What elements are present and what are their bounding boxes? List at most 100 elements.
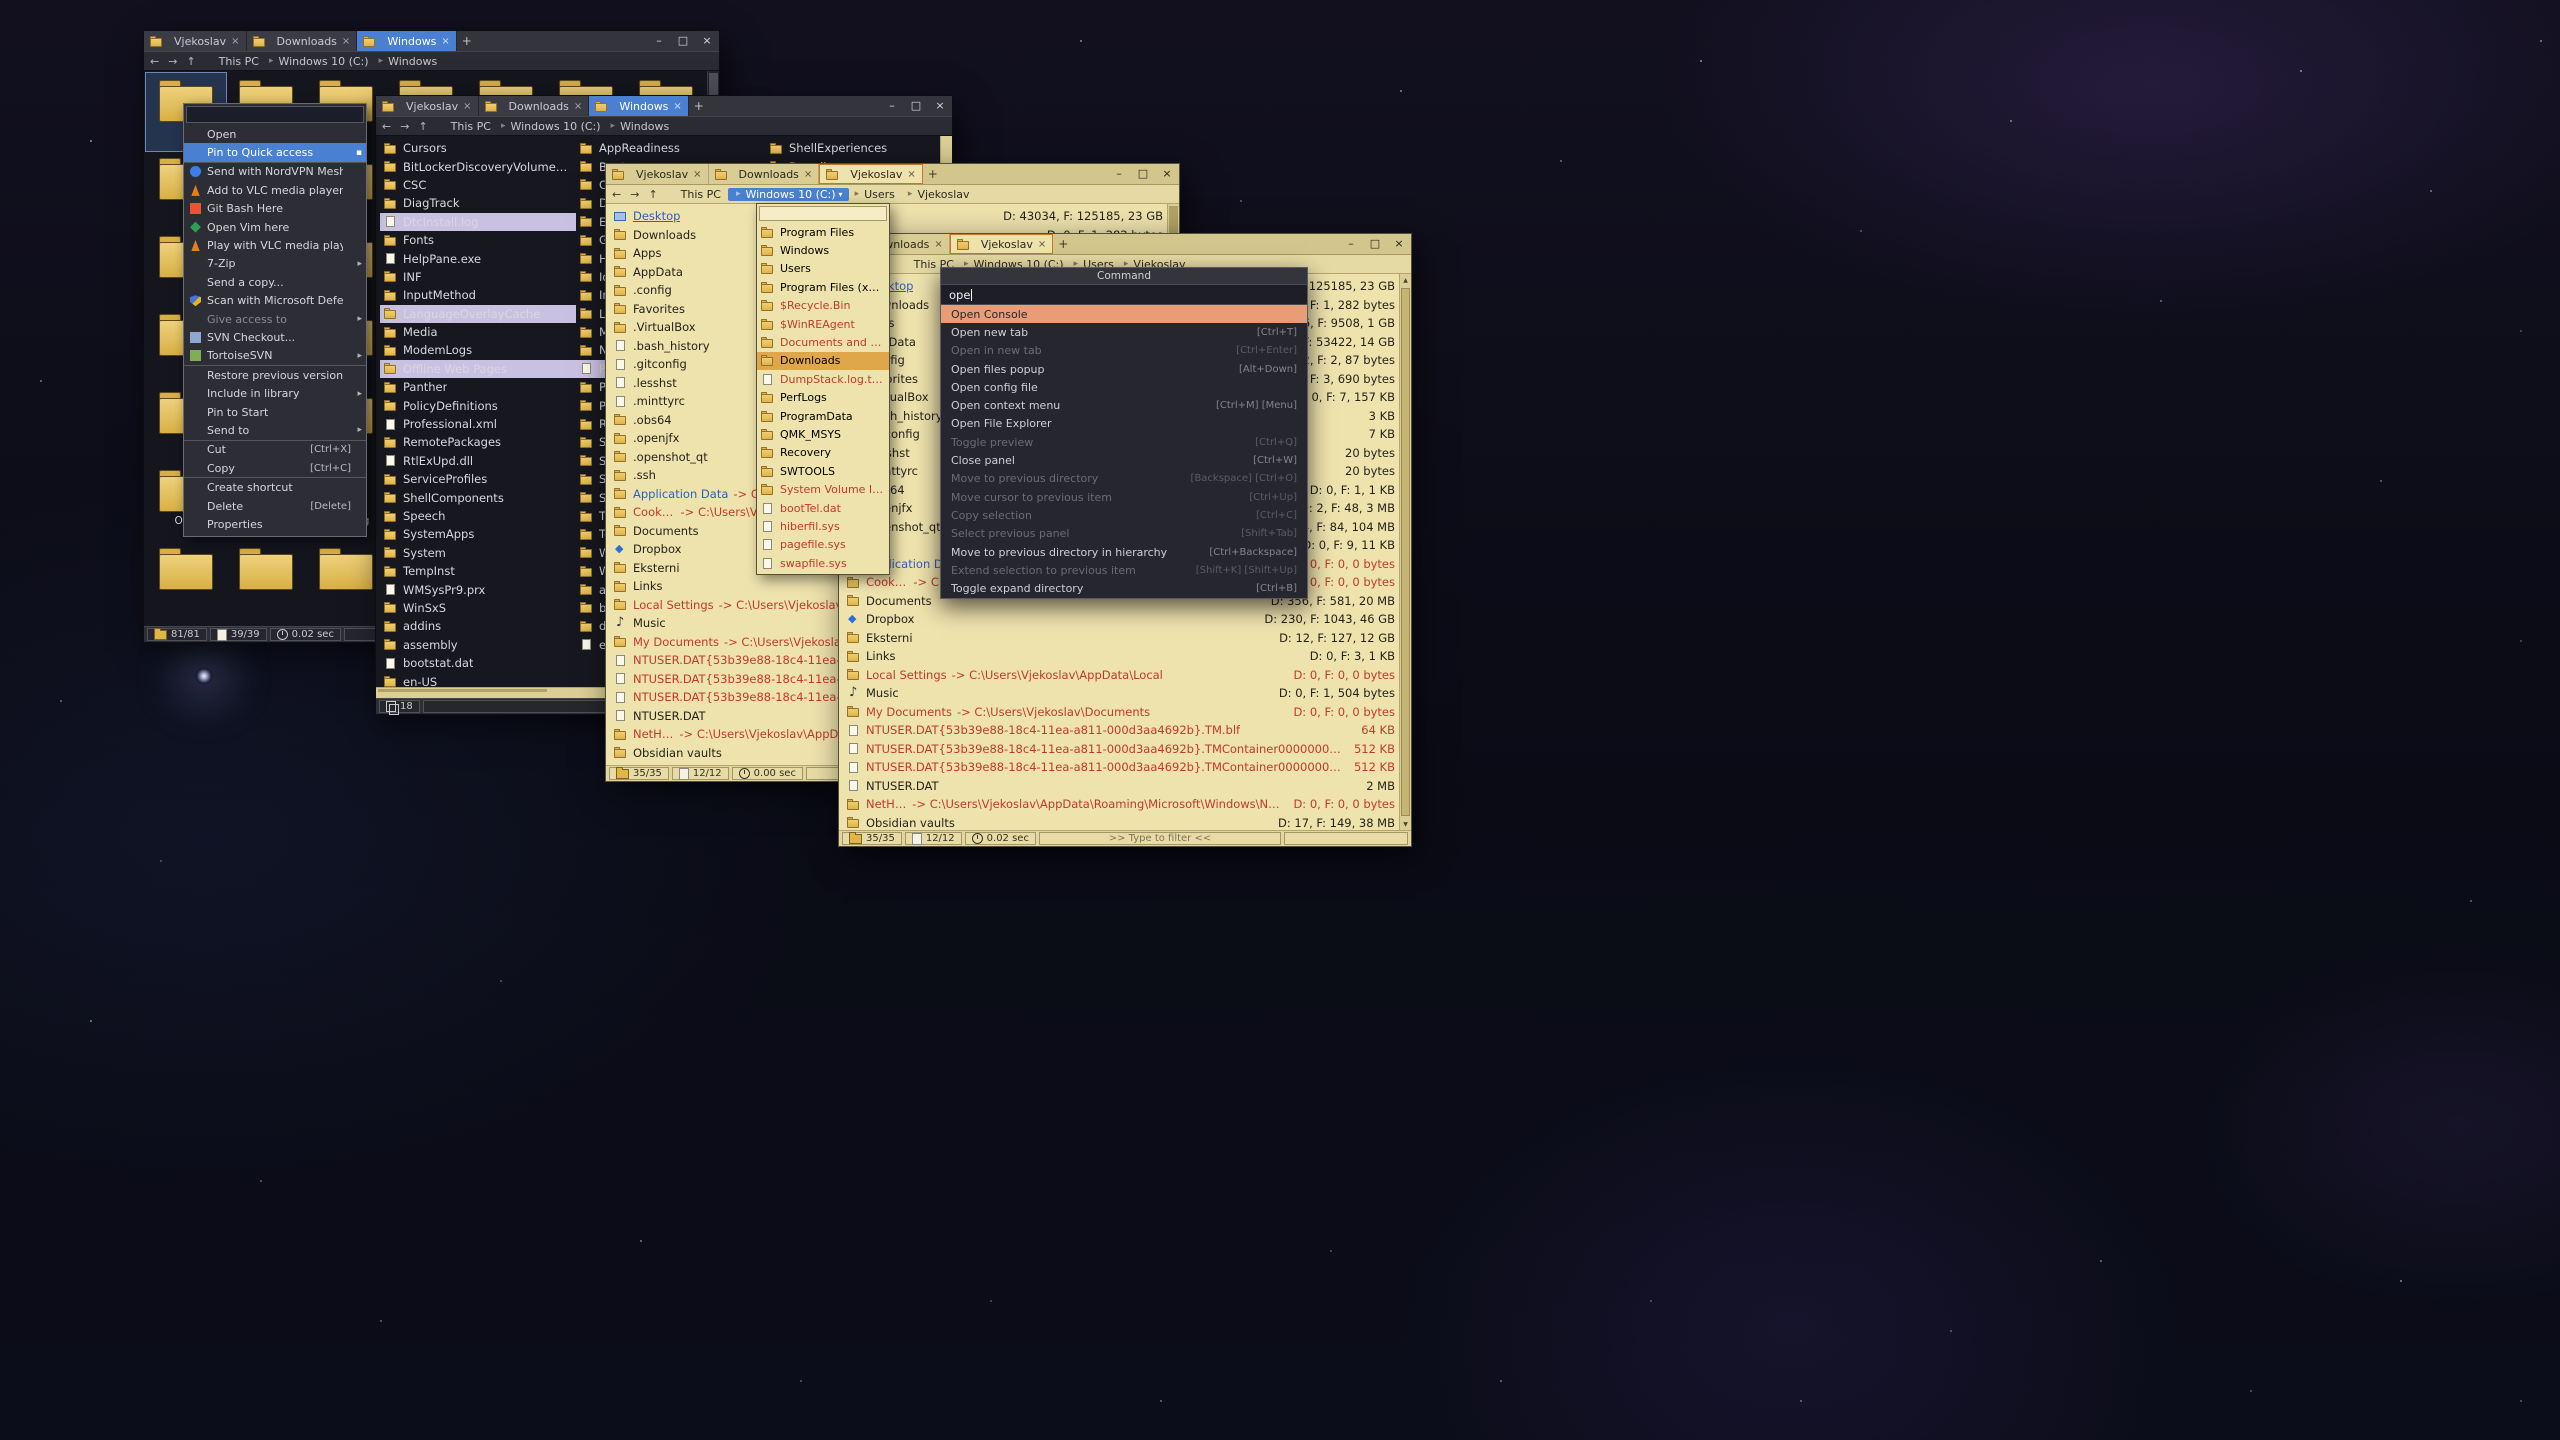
dropdown-item[interactable]: ProgramData — [757, 407, 889, 425]
file-row[interactable]: InputMethod — [380, 286, 576, 304]
file-row[interactable]: DtcInstall.log — [380, 213, 576, 231]
maximize-button[interactable]: □ — [904, 96, 928, 116]
tab[interactable]: Vjekoslav × — [144, 31, 247, 51]
file-row[interactable]: addins — [380, 617, 576, 635]
scrollbar-thumb[interactable] — [1401, 288, 1410, 816]
file-row[interactable]: ServiceProfiles — [380, 470, 576, 488]
file-row[interactable]: System — [380, 544, 576, 562]
dropdown-item[interactable]: Documents and Settings — [757, 333, 889, 351]
file-row[interactable]: Fonts — [380, 231, 576, 249]
palette-search-input[interactable]: ope — [941, 285, 1307, 305]
vertical-scrollbar[interactable]: ▲ ▼ — [1399, 274, 1411, 830]
file-row[interactable]: PolicyDefinitions — [380, 396, 576, 414]
file-row[interactable]: ShellExperiences — [766, 139, 944, 157]
breadcrumb-item[interactable]: This PC — [670, 188, 728, 201]
minimize-button[interactable]: – — [880, 96, 904, 116]
scrollbar-thumb[interactable] — [378, 689, 547, 692]
palette-command-item[interactable]: Select previous panel [Shift+Tab] — [941, 525, 1307, 543]
close-button[interactable]: × — [1387, 234, 1411, 254]
file-row[interactable]: WinSxS — [380, 599, 576, 617]
close-button[interactable]: × — [928, 96, 952, 116]
file-row[interactable]: HelpPane.exe — [380, 249, 576, 267]
dropdown-item[interactable]: QMK_MSYS — [757, 425, 889, 443]
breadcrumb-item[interactable]: ▸ Users — [849, 188, 902, 201]
tab-close-icon[interactable]: × — [907, 169, 915, 180]
palette-command-item[interactable]: Move to previous directory [Backspace] [… — [941, 470, 1307, 488]
dropdown-item[interactable]: SWTOOLS — [757, 462, 889, 480]
menu-item[interactable]: TortoiseSVN ▸ — [184, 347, 366, 365]
dropdown-item[interactable]: pagefile.sys — [757, 536, 889, 554]
palette-command-item[interactable]: Open files popup [Alt+Down] — [941, 360, 1307, 378]
file-row[interactable]: ModemLogs — [380, 341, 576, 359]
minimize-button[interactable]: – — [647, 31, 671, 51]
grid-file-item[interactable] — [306, 541, 386, 619]
close-button[interactable]: × — [1155, 164, 1179, 184]
palette-command-item[interactable]: Open Console — [941, 305, 1307, 323]
new-tab-button[interactable]: + — [1053, 234, 1073, 254]
breadcrumb-item[interactable]: ▸ Windows 10 (C:) — [263, 55, 373, 68]
tab-close-icon[interactable]: × — [463, 101, 471, 112]
palette-command-item[interactable]: Move to previous directory in hierarchy … — [941, 543, 1307, 561]
palette-command-item[interactable]: Open new tab [Ctrl+T] — [941, 323, 1307, 341]
menu-item[interactable]: Delete [Delete] — [184, 497, 366, 515]
filter-box[interactable]: >> Type to filter << — [1039, 832, 1281, 845]
menu-item[interactable]: Cut [Ctrl+X] — [184, 440, 366, 459]
minimize-button[interactable]: – — [1107, 164, 1131, 184]
file-row[interactable]: DiagTrack — [380, 194, 576, 212]
palette-command-item[interactable]: Move cursor to previous item [Ctrl+Up] — [941, 488, 1307, 506]
dropdown-item[interactable]: $Recycle.Bin — [757, 297, 889, 315]
dropdown-item[interactable]: Users — [757, 260, 889, 278]
menu-item[interactable]: Give access to ▸ — [184, 310, 366, 328]
file-row[interactable]: LanguageOverlayCache — [380, 305, 576, 323]
menu-item[interactable]: Git Bash Here — [184, 200, 366, 218]
tab-close-icon[interactable]: × — [574, 101, 582, 112]
palette-command-item[interactable]: Close panel [Ctrl+W] — [941, 451, 1307, 469]
file-row[interactable]: NetHood -> C:\Users\Vjekoslav\AppData\Ro… — [839, 795, 1399, 814]
tab[interactable]: Vjekoslav × — [950, 234, 1054, 254]
breadcrumb-item[interactable]: This PC — [208, 55, 263, 68]
file-row[interactable]: Speech — [380, 507, 576, 525]
palette-command-item[interactable]: Open config file — [941, 378, 1307, 396]
tab[interactable]: Vjekoslav × — [606, 164, 709, 184]
grid-file-item[interactable] — [146, 541, 226, 619]
tab[interactable]: Downloads × — [479, 96, 590, 116]
palette-command-item[interactable]: Toggle expand directory [Ctrl+B] — [941, 579, 1307, 597]
tab-close-icon[interactable]: × — [231, 36, 239, 47]
dropdown-item[interactable]: $WinREAgent — [757, 315, 889, 333]
palette-command-item[interactable]: Toggle preview [Ctrl+Q] — [941, 433, 1307, 451]
breadcrumb-item[interactable]: ▸ Windows — [605, 120, 674, 133]
file-row[interactable]: Dropbox D: 230, F: 1043, 46 GB — [839, 610, 1399, 629]
tab-close-icon[interactable]: × — [693, 169, 701, 180]
new-tab-button[interactable]: + — [923, 164, 943, 184]
file-row[interactable]: Media — [380, 323, 576, 341]
maximize-button[interactable]: □ — [671, 31, 695, 51]
new-tab-button[interactable]: + — [457, 31, 477, 51]
up-button[interactable]: ↑ — [648, 188, 657, 201]
tab[interactable]: Vjekoslav × — [376, 96, 479, 116]
palette-command-item[interactable]: Copy selection [Ctrl+C] — [941, 506, 1307, 524]
breadcrumb-item[interactable]: This PC — [440, 120, 495, 133]
file-row[interactable]: ShellComponents — [380, 488, 576, 506]
menu-item[interactable]: SVN Checkout... — [184, 328, 366, 346]
file-row[interactable]: Professional.xml — [380, 415, 576, 433]
menu-item[interactable]: Add to VLC media player's Playlist — [184, 181, 366, 199]
file-row[interactable]: INF — [380, 268, 576, 286]
file-row[interactable]: BitLockerDiscoveryVolumeContents — [380, 157, 576, 175]
palette-command-item[interactable]: Open in new tab [Ctrl+Enter] — [941, 342, 1307, 360]
file-row[interactable]: CSC — [380, 176, 576, 194]
tab[interactable]: Downloads × — [247, 31, 358, 51]
file-row[interactable]: NTUSER.DAT 2 MB — [839, 777, 1399, 796]
menu-item[interactable]: 7-Zip ▸ — [184, 255, 366, 273]
palette-command-item[interactable]: Open context menu [Ctrl+M] [Menu] — [941, 396, 1307, 414]
forward-button[interactable]: → — [630, 188, 639, 201]
dropdown-item[interactable]: swapfile.sys — [757, 554, 889, 572]
menu-item[interactable]: Restore previous versions — [184, 365, 366, 384]
forward-button[interactable]: → — [400, 120, 409, 133]
palette-command-item[interactable]: Open File Explorer — [941, 415, 1307, 433]
tab-close-icon[interactable]: × — [934, 239, 942, 250]
context-menu-filter-input[interactable] — [186, 106, 364, 123]
status-input-box[interactable] — [1284, 832, 1408, 845]
file-row[interactable]: bootstat.dat — [380, 654, 576, 672]
file-row[interactable]: Obsidian vaults D: 17, F: 149, 38 MB — [839, 814, 1399, 831]
file-row[interactable]: Music D: 0, F: 1, 504 bytes — [839, 684, 1399, 703]
